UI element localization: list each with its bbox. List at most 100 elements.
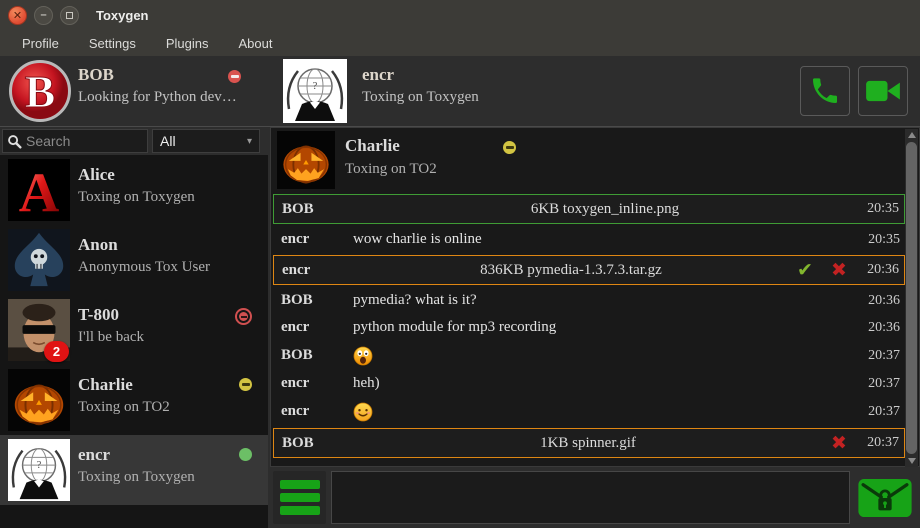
message-row: BOB pymedia? what is it? 20:36 <box>273 289 905 312</box>
send-message-button[interactable] <box>858 479 912 517</box>
scrollbar-thumb[interactable] <box>906 142 917 454</box>
unread-badge: 2 <box>44 341 69 362</box>
message-sender: encr <box>273 319 353 336</box>
file-transfer-label: 836KB pymedia-1.3.7.3.tar.gz <box>354 262 788 279</box>
search-icon <box>7 134 22 149</box>
message-text: pymedia? what is it? <box>353 292 857 309</box>
search-input[interactable] <box>26 133 143 149</box>
away-status-icon <box>503 141 516 154</box>
message-time: 20:37 <box>857 376 905 392</box>
away-status-icon <box>239 378 252 391</box>
contact-filter-dropdown[interactable]: All ▾ <box>152 129 260 153</box>
contact-row-alice[interactable]: A Alice Toxing on Toxygen <box>0 155 268 225</box>
charlie-avatar <box>277 131 335 189</box>
file-transfer-row: BOB 6KB toxygen_inline.png 20:35 <box>273 194 905 224</box>
encrypted-send-icon <box>858 479 912 517</box>
menu-about[interactable]: About <box>228 33 282 54</box>
message-sender: BOB <box>273 347 353 364</box>
svg-text:B: B <box>25 66 56 117</box>
close-window-button[interactable]: ✕ <box>8 6 27 25</box>
contact-status-message: Anonymous Tox User <box>78 259 210 276</box>
message-time: 20:36 <box>856 262 904 278</box>
message-sender: encr <box>273 375 353 392</box>
maximize-icon <box>66 12 73 19</box>
self-busy-status-icon <box>228 70 241 83</box>
scroll-up-arrow[interactable] <box>905 129 918 141</box>
peer-name: encr <box>362 65 394 85</box>
message-time: 20:37 <box>857 404 905 420</box>
hamburger-icon <box>280 480 320 489</box>
window-title: Toxygen <box>96 8 149 23</box>
contact-row-anon[interactable]: Anon Anonymous Tox User <box>0 225 268 295</box>
self-avatar: B <box>8 59 72 123</box>
encr-avatar-anonymous-mask: ? <box>8 439 70 501</box>
charlie-avatar <box>8 369 70 431</box>
contact-row-encr[interactable]: ? encr Toxing on Toxygen <box>0 435 268 505</box>
menu-settings[interactable]: Settings <box>79 33 146 54</box>
message-list: BOB 6KB toxygen_inline.png 20:35 encr wo… <box>273 194 905 458</box>
sidebar: All ▾ A Alice Toxing on Toxygen <box>0 127 268 528</box>
anon-avatar <box>8 229 70 291</box>
busy-status-icon <box>235 308 252 325</box>
message-input[interactable] <box>331 471 850 524</box>
message-time: 20:35 <box>856 201 904 217</box>
chat-peer-status-message: Toxing on TO2 <box>345 161 437 178</box>
chat-peer-header: Charlie Toxing on TO2 <box>273 130 903 192</box>
audio-call-button[interactable] <box>800 66 850 116</box>
message-sender: BOB <box>273 292 353 309</box>
menu-plugins[interactable]: Plugins <box>156 33 219 54</box>
video-camera-icon <box>865 77 901 105</box>
message-history: Charlie Toxing on TO2 BOB 6KB toxygen_in… <box>270 127 920 467</box>
peer-avatar-anonymous-mask: ? <box>283 59 347 123</box>
contact-status-message: I'll be back <box>78 329 144 346</box>
chat-peer-name: Charlie <box>345 136 400 156</box>
alice-avatar: A <box>8 159 70 221</box>
contact-row-charlie[interactable]: Charlie Toxing on TO2 <box>0 365 268 435</box>
file-transfer-row: BOB 1KB spinner.gif ✖ 20:37 <box>273 428 905 458</box>
message-sender: encr <box>274 262 354 279</box>
video-call-button[interactable] <box>858 66 908 116</box>
filter-value: All <box>160 133 176 149</box>
toxygen-window: ✕ – Toxygen Profile Settings Plugins Abo… <box>0 0 920 528</box>
svg-text:?: ? <box>37 460 42 471</box>
contact-name: Anon <box>78 235 118 255</box>
contact-name: encr <box>78 445 110 465</box>
chat-menu-button[interactable] <box>273 471 326 524</box>
header: B BOB Looking for Python dev… ? <box>0 56 920 127</box>
peer-status-message: Toxing on Toxygen <box>362 89 479 106</box>
contact-list: A Alice Toxing on Toxygen <box>0 155 268 505</box>
scroll-down-arrow[interactable] <box>905 455 918 467</box>
online-status-icon <box>239 448 252 461</box>
file-transfer-row: encr 836KB pymedia-1.3.7.3.tar.gz ✔ ✖ 20… <box>273 255 905 285</box>
minimize-window-button[interactable]: – <box>34 6 53 25</box>
contact-name: Alice <box>78 165 115 185</box>
message-row: encr 20:37 <box>273 399 905 424</box>
menu-profile[interactable]: Profile <box>12 33 69 54</box>
search-row: All ▾ <box>0 127 268 155</box>
message-time: 20:35 <box>857 232 905 248</box>
svg-text:?: ? <box>313 80 318 92</box>
svg-text:A: A <box>19 162 60 221</box>
message-sender: encr <box>273 403 353 420</box>
phone-icon <box>809 75 841 107</box>
maximize-window-button[interactable] <box>60 6 79 25</box>
message-sender: BOB <box>274 201 354 218</box>
contact-status-message: Toxing on Toxygen <box>78 189 195 206</box>
titlebar: ✕ – Toxygen <box>0 0 920 30</box>
decline-file-button[interactable]: ✖ <box>822 261 856 280</box>
accept-file-button[interactable]: ✔ <box>788 261 822 280</box>
cancel-file-button[interactable]: ✖ <box>822 434 856 453</box>
smiling-smiley-emoji <box>353 402 857 422</box>
message-text: python module for mp3 recording <box>353 319 857 336</box>
contact-name: T-800 <box>78 305 119 325</box>
contact-name: Charlie <box>78 375 133 395</box>
contact-status-message: Toxing on Toxygen <box>78 469 195 486</box>
contact-status-message: Toxing on TO2 <box>78 399 170 416</box>
message-time: 20:36 <box>857 293 905 309</box>
menubar: Profile Settings Plugins About <box>0 30 920 56</box>
message-text: wow charlie is online <box>353 231 857 248</box>
chat-scrollbar <box>905 129 918 467</box>
file-transfer-label: 6KB toxygen_inline.png <box>354 201 856 218</box>
composer <box>270 467 920 528</box>
contact-row-t800[interactable]: T-800 I'll be back 2 <box>0 295 268 365</box>
